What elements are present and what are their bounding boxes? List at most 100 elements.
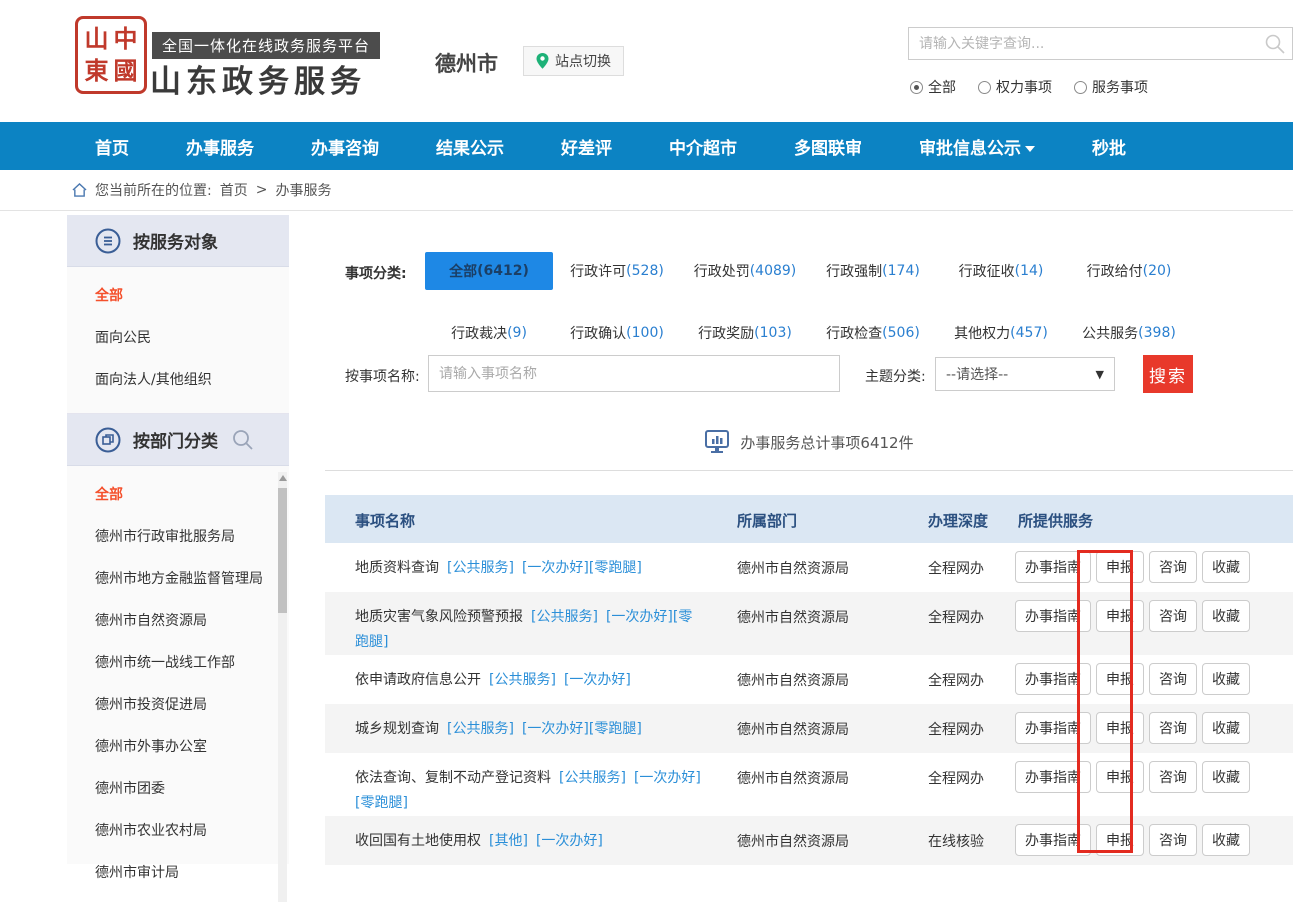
- col-item-name: 事项名称: [355, 510, 415, 531]
- breadcrumb-home-link[interactable]: 首页: [220, 180, 248, 200]
- scroll-up-arrow-icon[interactable]: [279, 475, 287, 481]
- item-tag[interactable]: [公共服务]: [531, 609, 598, 625]
- sidebar-item-department[interactable]: 德州市统一战线工作部: [67, 642, 289, 684]
- consult-button[interactable]: 咨询: [1149, 600, 1197, 632]
- apply-button[interactable]: 申报: [1096, 663, 1144, 695]
- item-tag[interactable]: [公共服务]: [447, 721, 514, 737]
- tab-other-powers[interactable]: 其他权力(457): [937, 314, 1065, 352]
- nav-results[interactable]: 结果公示: [436, 134, 504, 159]
- tab-administrative-reward[interactable]: 行政奖励(103): [681, 314, 809, 352]
- department-search-icon[interactable]: [231, 428, 255, 452]
- tab-administrative-license[interactable]: 行政许可(528): [553, 252, 681, 290]
- guide-button[interactable]: 办事指南: [1015, 761, 1091, 793]
- nav-consult[interactable]: 办事咨询: [311, 134, 379, 159]
- sidebar-item-department[interactable]: 德州市行政审批服务局: [67, 516, 289, 558]
- item-depth: 全程网办: [928, 607, 984, 627]
- item-department: 德州市自然资源局: [737, 768, 849, 788]
- tab-administrative-payment[interactable]: 行政给付(20): [1065, 252, 1193, 290]
- nav-services[interactable]: 办事服务: [186, 134, 254, 159]
- consult-button[interactable]: 咨询: [1149, 663, 1197, 695]
- item-name[interactable]: 依申请政府信息公开: [355, 672, 481, 688]
- item-tag[interactable]: [一次办好][零跑腿]: [522, 721, 642, 737]
- favorite-button[interactable]: 收藏: [1202, 761, 1250, 793]
- item-name[interactable]: 收回国有土地使用权: [355, 833, 481, 849]
- sidebar-item-department[interactable]: 德州市投资促进局: [67, 684, 289, 726]
- item-depth: 全程网办: [928, 558, 984, 578]
- site-title: 山东政务服务: [150, 56, 366, 101]
- consult-button[interactable]: 咨询: [1149, 551, 1197, 583]
- topic-select[interactable]: --请选择-- ▼: [935, 357, 1115, 391]
- nav-rating[interactable]: 好差评: [561, 134, 612, 159]
- guide-button[interactable]: 办事指南: [1015, 600, 1091, 632]
- sidebar-item-all-targets[interactable]: 全部: [67, 275, 289, 317]
- item-tag[interactable]: [公共服务]: [559, 770, 626, 786]
- sidebar-item-legal-persons[interactable]: 面向法人/其他组织: [67, 359, 289, 401]
- search-icon[interactable]: [1264, 33, 1286, 55]
- sidebar-item-department[interactable]: 德州市团委: [67, 768, 289, 810]
- site-switch-button[interactable]: 站点切换: [523, 46, 624, 76]
- favorite-button[interactable]: 收藏: [1202, 600, 1250, 632]
- sidebar-item-department[interactable]: 德州市审计局: [67, 852, 289, 894]
- table-row: 城乡规划查询[公共服务][一次办好][零跑腿] 德州市自然资源局 全程网办 办事…: [325, 704, 1293, 753]
- stats-text: 办事服务总计事项6412件: [740, 432, 913, 453]
- nav-intermediary[interactable]: 中介超市: [669, 134, 737, 159]
- tab-administrative-coercion[interactable]: 行政强制(174): [809, 252, 937, 290]
- sidebar-item-department[interactable]: 德州市自然资源局: [67, 600, 289, 642]
- apply-button[interactable]: 申报: [1096, 824, 1144, 856]
- consult-button[interactable]: 咨询: [1149, 761, 1197, 793]
- sidebar-item-all-departments[interactable]: 全部: [67, 474, 289, 516]
- department-scrollbar[interactable]: [278, 472, 287, 902]
- category-tabs: 全部(6412) 行政许可(528) 行政处罚(4089) 行政强制(174) …: [425, 252, 1193, 352]
- sidebar-item-department[interactable]: 德州市外事办公室: [67, 726, 289, 768]
- item-name[interactable]: 城乡规划查询: [355, 721, 439, 737]
- item-name[interactable]: 依法查询、复制不动产登记资料: [355, 770, 551, 786]
- tab-administrative-inspection[interactable]: 行政检查(506): [809, 314, 937, 352]
- header-search-input[interactable]: [909, 28, 1292, 59]
- favorite-button[interactable]: 收藏: [1202, 824, 1250, 856]
- scope-service-items[interactable]: 服务事项: [1074, 77, 1148, 97]
- tab-label: 行政裁决: [451, 323, 507, 343]
- site-switch-label: 站点切换: [555, 51, 611, 71]
- tab-administrative-confirmation[interactable]: 行政确认(100): [553, 314, 681, 352]
- sidebar-item-department[interactable]: 德州市农业农村局: [67, 810, 289, 852]
- guide-button[interactable]: 办事指南: [1015, 663, 1091, 695]
- sidebar-item-department[interactable]: 德州市地方金融监督管理局: [67, 558, 289, 600]
- item-name[interactable]: 地质灾害气象风险预警预报: [355, 609, 523, 625]
- apply-button[interactable]: 申报: [1096, 712, 1144, 744]
- scope-all[interactable]: 全部: [910, 77, 956, 97]
- nav-multi-review[interactable]: 多图联审: [794, 134, 862, 159]
- apply-button[interactable]: 申报: [1096, 600, 1144, 632]
- item-tag[interactable]: [一次办好][零跑腿]: [522, 560, 642, 576]
- favorite-button[interactable]: 收藏: [1202, 712, 1250, 744]
- item-tag[interactable]: [其他]: [489, 833, 528, 849]
- tab-administrative-penalty[interactable]: 行政处罚(4089): [681, 252, 809, 290]
- item-name-input[interactable]: [429, 356, 839, 391]
- tab-administrative-ruling[interactable]: 行政裁决(9): [425, 314, 553, 352]
- item-tag[interactable]: [公共服务]: [447, 560, 514, 576]
- nav-approval-info[interactable]: 审批信息公示: [919, 134, 1035, 159]
- sidebar-item-citizens[interactable]: 面向公民: [67, 317, 289, 359]
- item-tag[interactable]: [一次办好]: [536, 833, 603, 849]
- tab-administrative-levy[interactable]: 行政征收(14): [937, 252, 1065, 290]
- favorite-button[interactable]: 收藏: [1202, 551, 1250, 583]
- item-tag[interactable]: [公共服务]: [489, 672, 556, 688]
- nav-home[interactable]: 首页: [95, 134, 129, 159]
- seal-char: 中: [114, 27, 138, 51]
- search-button[interactable]: 搜索: [1143, 355, 1193, 393]
- scrollbar-thumb[interactable]: [278, 488, 287, 613]
- item-name[interactable]: 地质资料查询: [355, 560, 439, 576]
- tab-all[interactable]: 全部(6412): [425, 252, 553, 290]
- apply-button[interactable]: 申报: [1096, 551, 1144, 583]
- favorite-button[interactable]: 收藏: [1202, 663, 1250, 695]
- scope-power-items[interactable]: 权力事项: [978, 77, 1052, 97]
- tab-public-services[interactable]: 公共服务(398): [1065, 314, 1193, 352]
- item-tag[interactable]: [一次办好]: [564, 672, 631, 688]
- tab-label: 其他权力: [954, 323, 1010, 343]
- guide-button[interactable]: 办事指南: [1015, 551, 1091, 583]
- nav-instant-approval[interactable]: 秒批: [1092, 134, 1126, 159]
- consult-button[interactable]: 咨询: [1149, 824, 1197, 856]
- guide-button[interactable]: 办事指南: [1015, 712, 1091, 744]
- guide-button[interactable]: 办事指南: [1015, 824, 1091, 856]
- apply-button[interactable]: 申报: [1096, 761, 1144, 793]
- consult-button[interactable]: 咨询: [1149, 712, 1197, 744]
